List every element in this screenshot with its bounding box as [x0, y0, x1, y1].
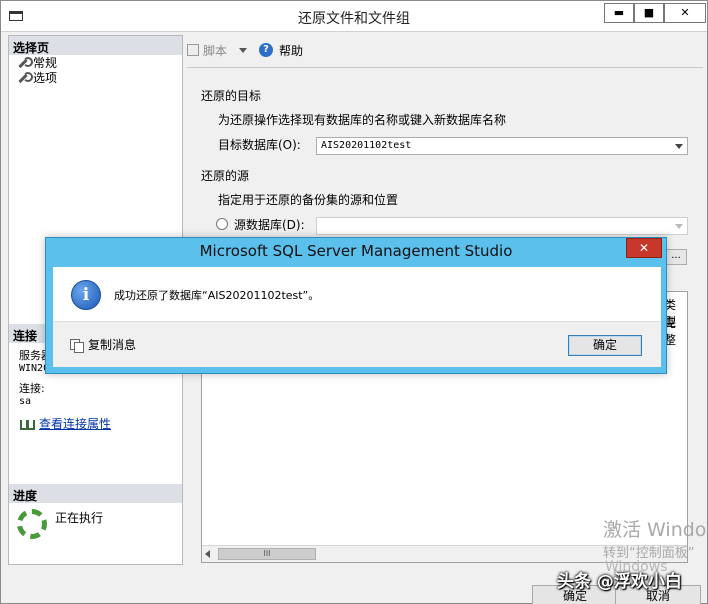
- source-db-label: 源数据库(D):: [234, 218, 305, 232]
- target-instruction: 为还原操作选择现有数据库的名称或键入新数据库名称: [218, 113, 507, 127]
- credit-watermark: 头条 @浮欢小白: [557, 572, 682, 592]
- wrench-icon: [17, 56, 33, 69]
- dialog-ok-button[interactable]: 确定: [568, 335, 642, 356]
- copy-message-label: 复制消息: [88, 338, 137, 352]
- wrench-icon: [17, 71, 33, 84]
- info-icon: i: [71, 280, 101, 310]
- dialog-body: i 成功还原了数据库“AIS20201102test”。 复制消息 确定: [53, 267, 661, 367]
- copy-message-button[interactable]: 复制消息: [70, 336, 136, 353]
- help-icon: ?: [259, 43, 274, 57]
- close-button[interactable]: ✕: [664, 3, 706, 23]
- progress-section: 进度 正在执行: [9, 484, 182, 545]
- source-db-combo[interactable]: [316, 217, 688, 235]
- chevron-down-icon: [675, 224, 683, 229]
- progress-spinner-icon: [17, 509, 47, 539]
- view-connection-properties-link[interactable]: 查看连接属性: [39, 415, 111, 432]
- minimize-button[interactable]: ▬: [604, 3, 634, 23]
- title-bar: 还原文件和文件组 ▬ ■ ✕: [1, 1, 707, 32]
- scroll-thumb[interactable]: III: [218, 548, 316, 560]
- dialog-message: 成功还原了数据库“AIS20201102test”。: [114, 289, 320, 302]
- page-item-options[interactable]: 选项: [9, 70, 182, 85]
- script-button[interactable]: 脚本: [187, 42, 227, 59]
- page-item-label: 选项: [33, 71, 58, 85]
- activation-watermark-line1: 激活 Windo: [603, 519, 707, 541]
- progress-status: 正在执行: [55, 511, 104, 525]
- target-db-combo[interactable]: AIS20201102test: [316, 137, 688, 155]
- restore-source-header: 还原的源: [201, 169, 250, 183]
- script-dropdown-icon[interactable]: [239, 47, 248, 53]
- dialog-message-area: i 成功还原了数据库“AIS20201102test”。: [53, 267, 661, 321]
- window-title: 还原文件和文件组: [298, 11, 410, 27]
- help-button[interactable]: 帮助: [279, 42, 303, 59]
- source-db-radio[interactable]: [216, 218, 228, 230]
- script-label: 脚本: [203, 43, 228, 58]
- source-instruction: 指定用于还原的备份集的源和位置: [218, 193, 399, 207]
- success-dialog: Microsoft SQL Server Management Studio ✕…: [45, 237, 667, 374]
- scroll-left-icon[interactable]: [205, 550, 210, 558]
- restore-target-header: 还原的目标: [201, 89, 262, 103]
- connection-label: 连接:: [19, 382, 45, 395]
- dialog-close-button[interactable]: ✕: [626, 238, 662, 258]
- connection-value: sa: [19, 396, 32, 407]
- copy-icon: [70, 338, 84, 353]
- browse-device-button[interactable]: ...: [665, 249, 687, 265]
- restore-files-window: 还原文件和文件组 ▬ ■ ✕ 选择页 常规 选项 连接 服务器 WIN20 连接…: [0, 0, 708, 604]
- plug-icon: [19, 418, 35, 430]
- page-item-general[interactable]: 常规: [9, 55, 182, 70]
- toolbar: 脚本 ? 帮助: [187, 39, 303, 61]
- progress-header: 进度: [9, 484, 182, 503]
- maximize-button[interactable]: ■: [634, 3, 664, 23]
- grid-cell-full: 完整: [664, 316, 677, 347]
- target-db-label: 目标数据库(O):: [218, 138, 301, 152]
- dialog-title: Microsoft SQL Server Management Studio: [199, 242, 513, 260]
- script-icon: [187, 44, 199, 56]
- select-page-header: 选择页: [9, 36, 182, 55]
- chevron-down-icon: [675, 144, 683, 149]
- target-db-value: AIS20201102test: [321, 140, 412, 151]
- toolbar-divider: [187, 67, 703, 68]
- dialog-footer: 复制消息 确定: [53, 321, 661, 367]
